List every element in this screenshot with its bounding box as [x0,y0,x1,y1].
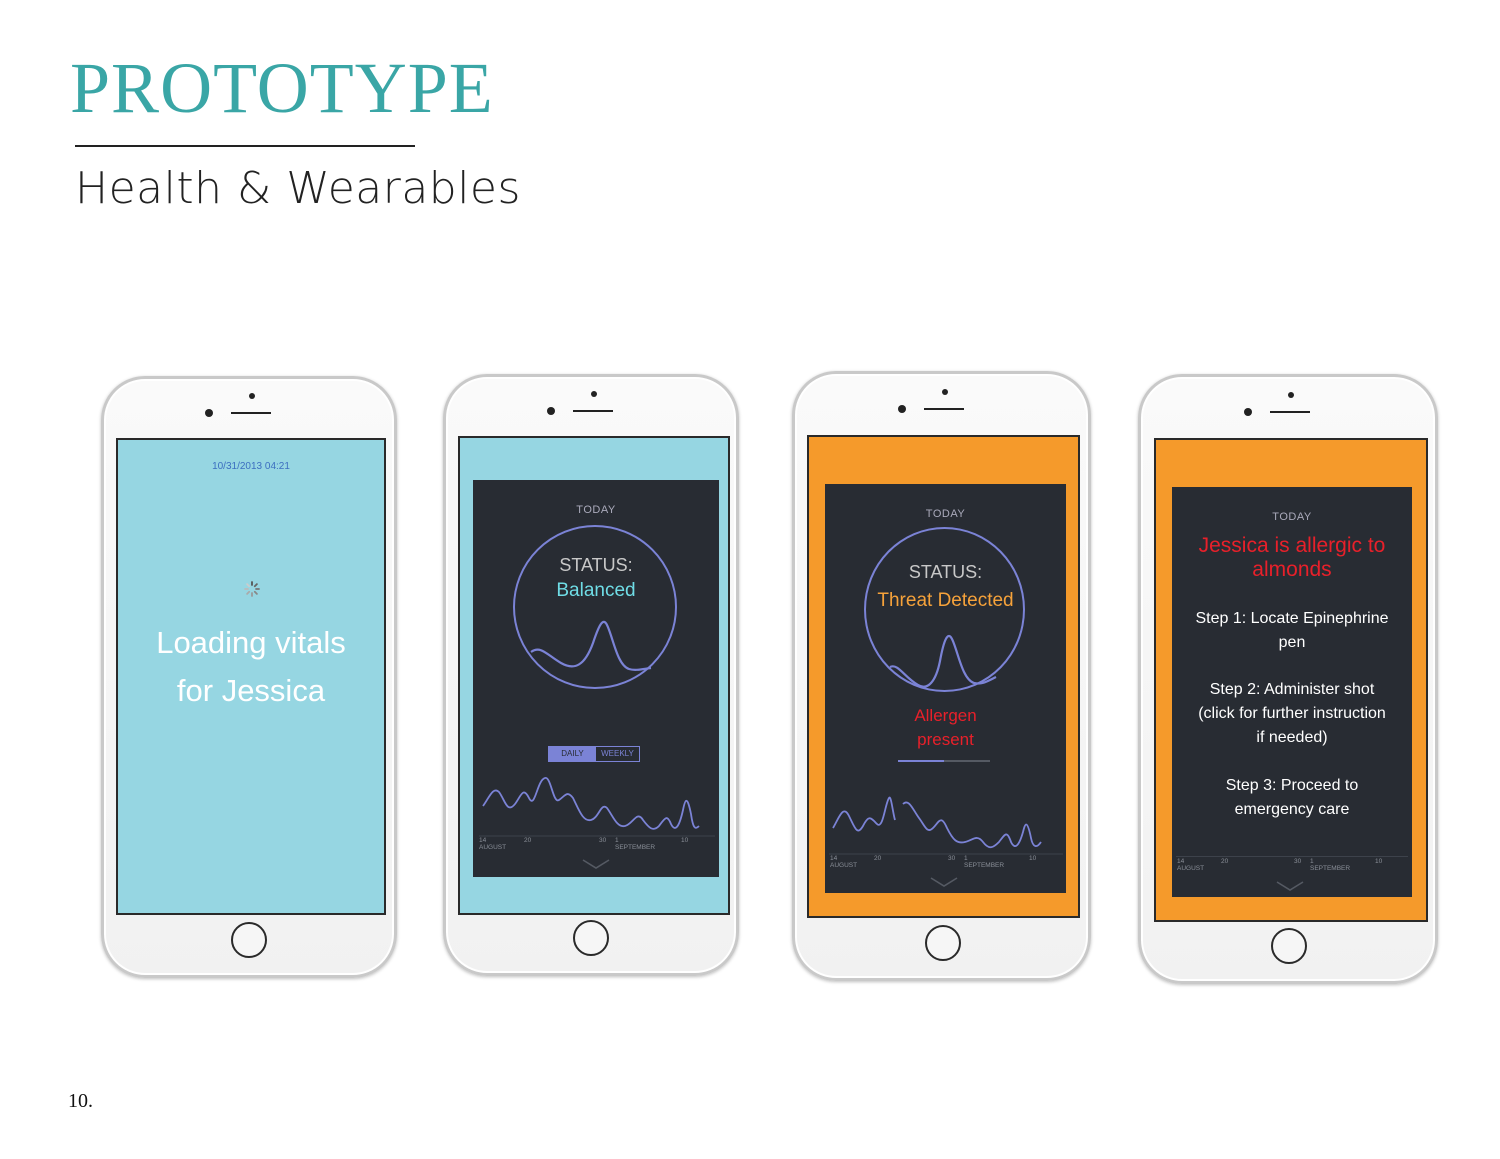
home-button[interactable] [1271,928,1307,964]
vitals-history-chart [479,777,715,837]
chevron-down-icon[interactable] [929,876,959,888]
toggle-daily[interactable]: DAILY [549,747,596,761]
earpiece-speaker [1270,411,1310,413]
dashboard-panel: TODAY STATUS: Threat Detected Allergen p… [825,484,1066,893]
page-title: PROTOTYPE [70,48,494,128]
home-button[interactable] [925,925,961,961]
home-button[interactable] [573,920,609,956]
today-label: TODAY [576,504,616,516]
sensor-dot [942,389,948,395]
axis-label-14: 14 AUGUST [479,837,507,851]
status-label: STATUS: [559,555,633,575]
axis-label-10: 10 [1375,858,1383,865]
step2-line3: if needed) [1256,729,1328,746]
toggle-weekly[interactable]: WEEKLY [596,747,639,761]
allergy-headline-line1: Jessica is allergic to [1198,534,1386,557]
step2-line1: Step 2: Administer shot [1209,681,1375,698]
screen-instructions: TODAY Jessica is allergic to almonds Ste… [1154,438,1428,922]
axis-label-30: 30 [1294,858,1302,865]
axis-label-10: 10 [1029,855,1037,862]
step3-line2: emergency care [1234,801,1350,818]
axis-label-14: 14 AUGUST [830,855,858,869]
page-subtitle: Health & Wearables [75,163,521,214]
front-camera-icon [205,409,213,417]
screen-balanced: TODAY STATUS: Balanced DAILY WEEKLY 14 AU… [458,436,730,915]
loading-message-line2: for Jessica [176,673,326,708]
status-value: Threat Detected [877,590,1014,611]
allergy-headline-line2: almonds [1252,558,1332,581]
axis-label-1: 1 SEPTEMBER [964,855,1005,869]
axis-label-14: 14 AUGUST [1177,858,1205,872]
sensor-dot [591,391,597,397]
chevron-down-icon[interactable] [1275,880,1305,892]
alert-line1: Allergen [914,706,977,725]
axis-label-1: 1 SEPTEMBER [1310,858,1351,872]
front-camera-icon [898,405,906,413]
alert-line2: present [917,730,974,749]
axis-label-20: 20 [1221,858,1229,865]
axis-label-20: 20 [874,855,882,862]
axis-label-30: 30 [948,855,956,862]
segment-indicator-active [898,760,944,762]
status-value: Balanced [556,580,636,601]
axis-label-30: 30 [599,837,607,844]
chevron-down-icon[interactable] [581,858,611,870]
instructions-panel: TODAY Jessica is allergic to almonds Ste… [1172,487,1412,897]
front-camera-icon [1244,408,1252,416]
chart-baseline [1176,856,1408,857]
step1-line1: Step 1: Locate Epinephrine [1195,610,1389,627]
today-label: TODAY [925,508,966,520]
front-camera-icon [547,407,555,415]
status-wave [530,620,652,671]
page-number: 10. [68,1090,93,1112]
phone-loading: 10/31/2013 04:21 Loading vitals for Jess… [101,376,397,978]
vitals-history-chart [829,796,1063,855]
period-toggle: DAILY WEEKLY [548,746,640,762]
screen-threat: TODAY STATUS: Threat Detected Allergen p… [807,435,1080,918]
sensor-dot [1288,392,1294,398]
step1-line2: pen [1278,634,1306,651]
step2-instruction-link[interactable]: (click for further instruction [1172,705,1412,723]
timestamp: 10/31/2013 04:21 [212,461,290,472]
phone-instructions: TODAY Jessica is allergic to almonds Ste… [1138,374,1438,984]
loading-message-line1: Loading vitals [156,625,346,660]
status-label: STATUS: [908,562,983,582]
home-button[interactable] [231,922,267,958]
earpiece-speaker [924,408,964,410]
segment-indicator [898,760,990,762]
axis-label-20: 20 [524,837,532,844]
title-divider [75,145,415,147]
axis-label-10: 10 [681,837,689,844]
step3-line1: Step 3: Proceed to [1225,777,1359,794]
loading-spinner-icon [244,581,260,597]
phone-threat: TODAY STATUS: Threat Detected Allergen p… [792,371,1091,981]
dashboard-panel: TODAY STATUS: Balanced DAILY WEEKLY 14 AU… [473,480,719,877]
phone-balanced: TODAY STATUS: Balanced DAILY WEEKLY 14 AU… [443,374,739,976]
sensor-dot [249,393,255,399]
screen-loading: 10/31/2013 04:21 Loading vitals for Jess… [116,438,386,915]
earpiece-speaker [573,410,613,412]
today-label: TODAY [1272,511,1312,523]
earpiece-speaker [231,412,271,414]
axis-label-1: 1 SEPTEMBER [615,837,656,851]
